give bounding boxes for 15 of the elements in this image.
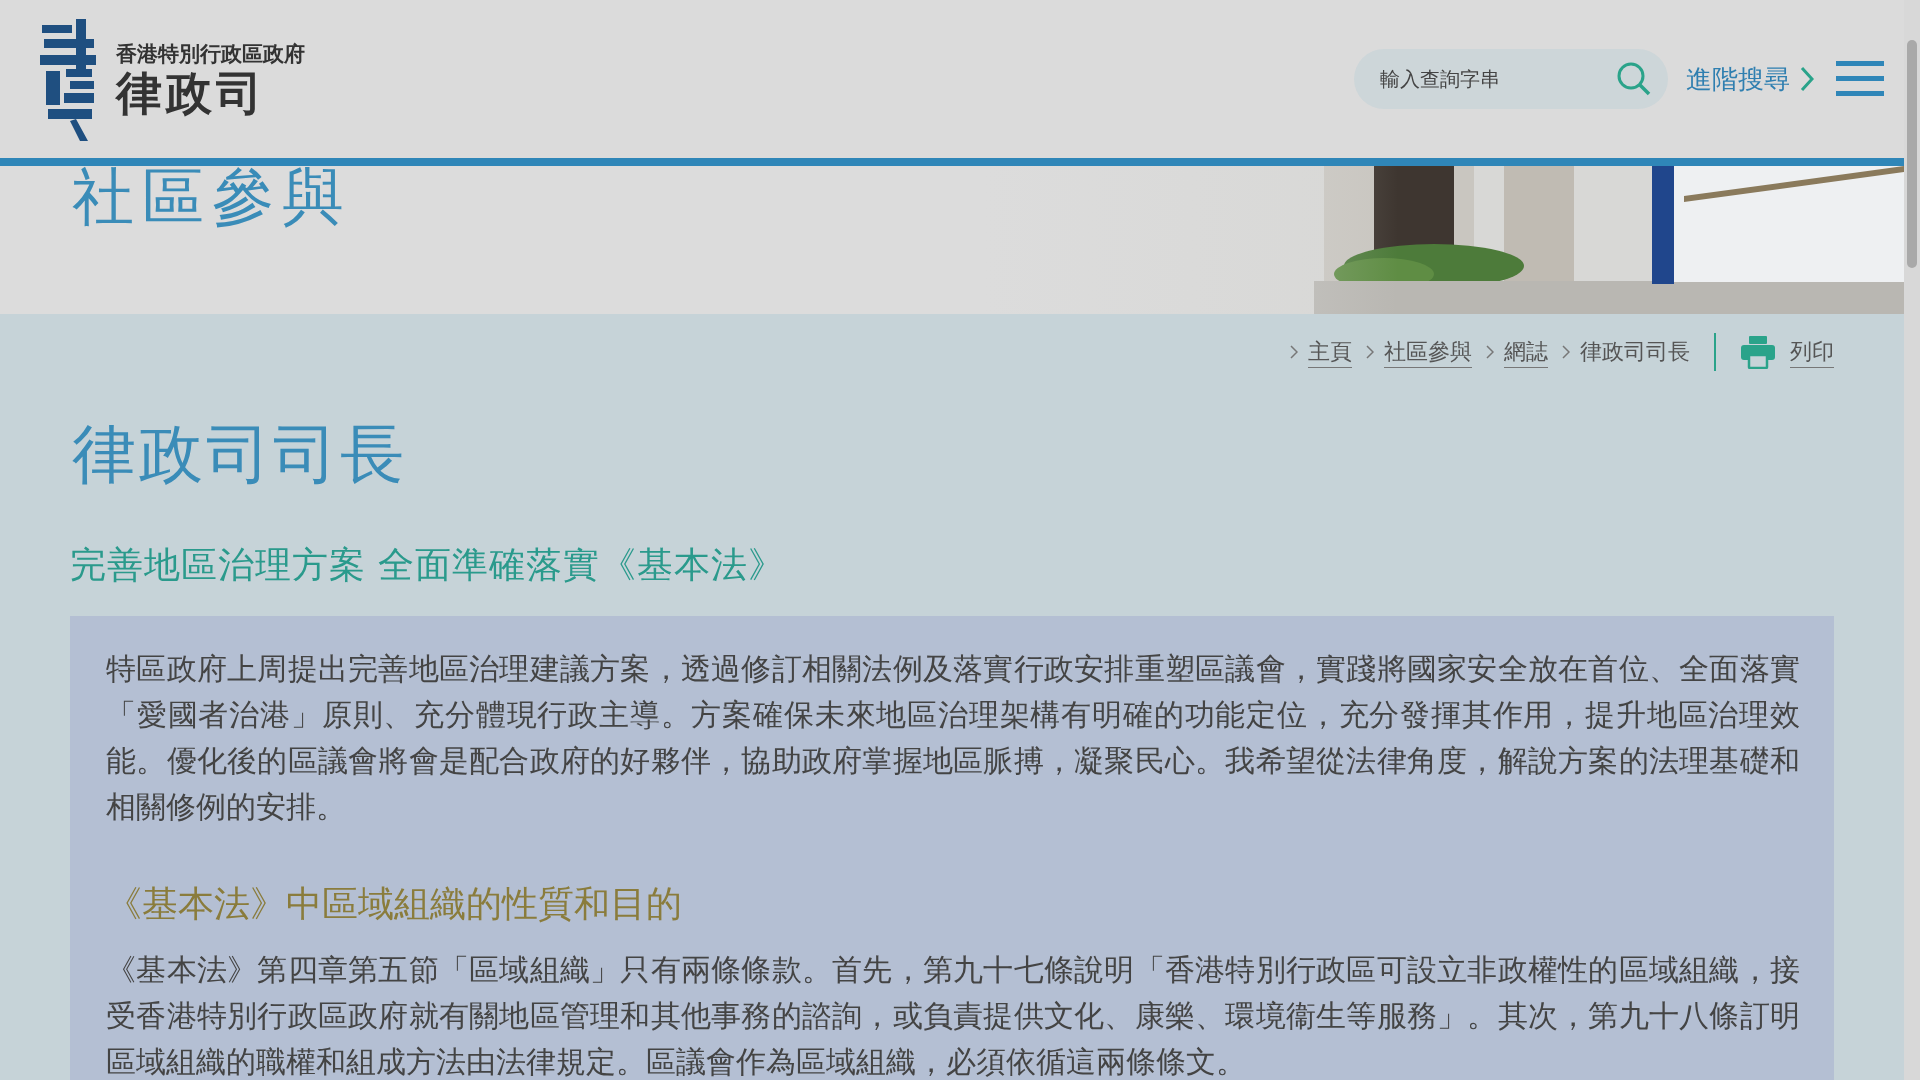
- print-link[interactable]: 列印: [1790, 336, 1834, 368]
- banner-title: 社區參與: [72, 166, 352, 228]
- breadcrumb-link[interactable]: 社區參與: [1384, 336, 1472, 368]
- department-name: 律政司: [116, 67, 267, 119]
- breadcrumb-current: 律政司司長: [1580, 338, 1690, 366]
- breadcrumb-link[interactable]: 主頁: [1308, 336, 1352, 368]
- article-title: 完善地區治理方案 全面準確落實《基本法》: [70, 542, 787, 587]
- article-paragraph: 特區政府上周提出完善地區治理建議方案，透過修訂相關法例及落實行政安排重塑區議會，實踐將國家安全放在首位、全面落實「愛國者治港」原則、充分體現行政主導。方案確保未來地區治理架構有明確的功能定位，充分發揮其作用，提升地區治理效能。優化後的區議會將會是配合政府的好夥伴，協助政府掌握地區脈搏，凝聚民心。我希望從法律角度，解說方案的法理基礎和相關修例的安排。: [106, 649, 1800, 826]
- article-paragraph: 《基本法》第四章第五節「區域組織」只有兩條條款。首先，第九十七條說明「香港特別行政區可設立非政權性的區域組織，接受香港特別行政區政府就有關地區管理和其他事務的諮詢，或負責提供文化、康樂、環境衞生等服務」。其次，第九十八條訂明區域組織的職權和組成方法由法律規定。區議會作為區域組織，必須依循這兩條條文。: [106, 950, 1800, 1080]
- search-field[interactable]: 輸入查詢字串: [1354, 49, 1668, 109]
- section-heading: 《基本法》中區域組織的性質和目的: [106, 881, 683, 926]
- breadcrumb-link[interactable]: 網誌: [1504, 336, 1548, 368]
- page-title: 律政司司長: [71, 416, 408, 493]
- advanced-search-link[interactable]: 進階搜尋: [1686, 61, 1814, 97]
- government-name: 香港特別行政區政府: [116, 40, 305, 68]
